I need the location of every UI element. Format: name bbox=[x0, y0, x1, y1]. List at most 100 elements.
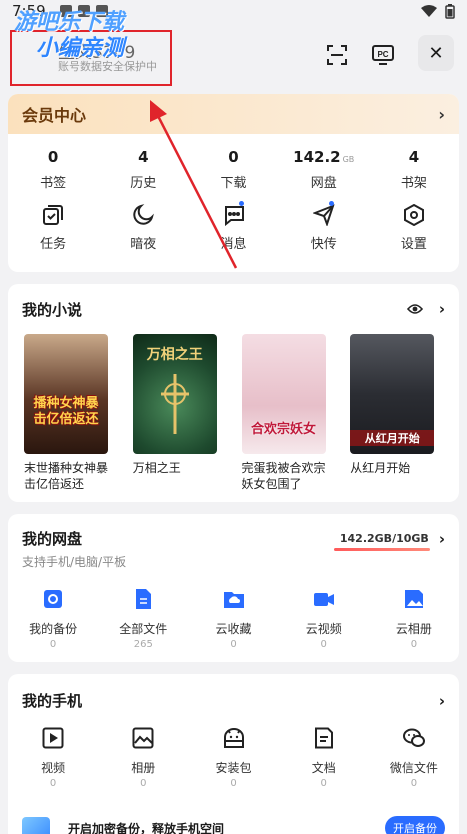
tool-settings[interactable]: 设置 bbox=[369, 203, 459, 252]
pc-label: PC bbox=[377, 50, 388, 59]
novels-title: 我的小说 bbox=[22, 300, 83, 319]
wifi-icon bbox=[421, 5, 437, 17]
phone-entry-album[interactable]: 相册 0 bbox=[98, 727, 188, 789]
book-item[interactable]: 播种女神暴击亿倍返还 末世播种女神暴击亿倍返还 bbox=[16, 334, 125, 492]
cover-title: 万相之王 bbox=[146, 347, 203, 363]
watermark-logo: 游吧乐下载 小编亲测 bbox=[14, 10, 124, 62]
stat-label: 下载 bbox=[220, 176, 247, 191]
tool-label: 暗夜 bbox=[130, 237, 157, 252]
entry-count: 0 bbox=[140, 778, 147, 789]
encrypt-backup-banner: 开启加密备份，释放手机空间 开启备份 bbox=[22, 816, 445, 834]
my-cloud-disk-card: 我的网盘 142.2GB/10GB › 支持手机/电脑/平板 我的备份 0 全部… bbox=[8, 514, 459, 662]
profile-header: 生义3389 账号数据安全保护中 游吧乐下载 小编亲测 PC ✕ bbox=[0, 10, 467, 92]
stat-value: 4 bbox=[138, 148, 149, 166]
cloud-folder-icon bbox=[223, 592, 244, 608]
cover-title: 合欢宗妖女 bbox=[250, 422, 316, 437]
disk-entry-all-files[interactable]: 全部文件 265 bbox=[98, 588, 188, 650]
sword-emblem-icon bbox=[160, 374, 189, 434]
send-icon bbox=[312, 204, 335, 226]
close-icon: ✕ bbox=[428, 42, 444, 64]
video-icon bbox=[313, 593, 334, 606]
member-center-title: 会员中心 bbox=[22, 106, 87, 125]
system-icons bbox=[421, 3, 455, 19]
phone-header[interactable]: 我的手机 › bbox=[8, 674, 459, 711]
close-button[interactable]: ✕ bbox=[418, 35, 454, 71]
disk-entry-backup[interactable]: 我的备份 0 bbox=[8, 588, 98, 650]
book-item[interactable]: 万相之王 万相之王 bbox=[125, 334, 234, 492]
scan-button[interactable] bbox=[322, 40, 352, 70]
cover-title: 播种女神暴击亿倍返还 bbox=[33, 396, 99, 427]
book-title: 完蛋我被合欢宗妖女包围了 bbox=[241, 461, 326, 491]
tool-label: 快传 bbox=[310, 237, 337, 252]
book-list: 播种女神暴击亿倍返还 末世播种女神暴击亿倍返还 万相之王 万相之王 合欢宗妖女 … bbox=[8, 334, 459, 492]
book-item[interactable]: 从红月开始 从红月开始 bbox=[342, 334, 451, 492]
tool-quick-transfer[interactable]: 快传 bbox=[279, 201, 369, 252]
disk-header[interactable]: 我的网盘 142.2GB/10GB › bbox=[8, 514, 459, 549]
scan-icon bbox=[327, 45, 347, 65]
stat-downloads[interactable]: 0 下载 bbox=[188, 148, 278, 191]
phone-title: 我的手机 bbox=[22, 692, 83, 710]
member-center-card: 会员中心 › 0 书签 4 历史 0 下载 142.2 GB 网盘 4 书架 任务 bbox=[8, 94, 459, 272]
disk-usage-text: 142.2GB/10GB bbox=[339, 532, 429, 545]
settings-icon bbox=[403, 204, 424, 226]
stat-label: 书签 bbox=[40, 176, 67, 191]
tool-task[interactable]: 任务 bbox=[8, 203, 98, 252]
cover-title: 从红月开始 bbox=[350, 430, 435, 446]
stat-cloud-disk[interactable]: 142.2 GB 网盘 bbox=[279, 148, 369, 191]
encrypt-backup-text: 开启加密备份，释放手机空间 bbox=[68, 821, 225, 834]
android-icon bbox=[223, 728, 244, 748]
novels-header: 我的小说 › bbox=[8, 284, 459, 334]
disk-entry-cloud-video[interactable]: 云视频 0 bbox=[279, 588, 369, 650]
backup-icon bbox=[44, 590, 63, 608]
enable-backup-button[interactable]: 开启备份 bbox=[385, 816, 445, 834]
book-title: 万相之王 bbox=[132, 461, 181, 475]
tools-row: 任务 暗夜 消息 快传 设置 bbox=[8, 201, 459, 252]
chevron-right-icon[interactable]: › bbox=[439, 300, 445, 318]
stat-label: 历史 bbox=[130, 176, 157, 191]
disk-entry-cloud-favorites[interactable]: 云收藏 0 bbox=[188, 588, 278, 650]
phone-entry-video[interactable]: 视频 0 bbox=[8, 727, 98, 789]
message-icon bbox=[224, 206, 244, 226]
unread-dot bbox=[238, 201, 244, 206]
entry-label: 云视频 bbox=[305, 622, 342, 636]
book-title: 末世播种女神暴击亿倍返还 bbox=[24, 461, 109, 491]
my-novels-card: 我的小说 › 播种女神暴击亿倍返还 末世播种女神暴击亿倍返还 万相之王 万相之王… bbox=[8, 284, 459, 502]
album-icon bbox=[404, 590, 423, 608]
stat-history[interactable]: 4 历史 bbox=[98, 148, 188, 191]
entry-count: 0 bbox=[410, 778, 418, 789]
image-icon bbox=[132, 727, 154, 749]
phone-entry-wechat-files[interactable]: 微信文件 0 bbox=[369, 727, 459, 789]
member-center-entry[interactable]: 会员中心 › bbox=[8, 94, 459, 134]
eye-icon[interactable] bbox=[406, 303, 423, 315]
book-item[interactable]: 合欢宗妖女 完蛋我被合欢宗妖女包围了 bbox=[234, 334, 343, 492]
tool-label: 设置 bbox=[400, 237, 427, 252]
entry-count: 0 bbox=[410, 639, 418, 650]
entry-count: 0 bbox=[49, 778, 57, 789]
entry-count: 265 bbox=[133, 639, 153, 650]
phone-entry-documents[interactable]: 文档 0 bbox=[279, 727, 369, 789]
entry-count: 0 bbox=[320, 639, 327, 650]
disk-entry-cloud-album[interactable]: 云相册 0 bbox=[369, 588, 459, 650]
disk-entries: 我的备份 0 全部文件 265 云收藏 0 云视频 0 云相册 0 bbox=[8, 588, 459, 650]
phone-entry-apk[interactable]: 安装包 0 bbox=[188, 727, 278, 789]
entry-label: 全部文件 bbox=[119, 622, 168, 636]
stat-label: 网盘 bbox=[310, 176, 337, 191]
book-title: 从红月开始 bbox=[350, 461, 411, 475]
entry-label: 云收藏 bbox=[215, 622, 252, 636]
my-phone-card: 我的手机 › 视频 0 相册 0 安装包 0 文档 0 微信文件 0 开启加密备… bbox=[8, 674, 459, 834]
chevron-right-icon: › bbox=[438, 104, 445, 124]
tool-messages[interactable]: 消息 bbox=[188, 201, 278, 252]
stat-value: 0 bbox=[47, 148, 59, 166]
tool-night-mode[interactable]: 暗夜 bbox=[98, 203, 188, 252]
book-cover: 从红月开始 bbox=[350, 334, 435, 454]
entry-label: 视频 bbox=[41, 761, 66, 775]
entry-label: 云相册 bbox=[395, 622, 432, 636]
disk-subtitle: 支持手机/电脑/平板 bbox=[22, 555, 127, 569]
pc-connect-button[interactable]: PC bbox=[368, 40, 398, 70]
task-icon bbox=[43, 205, 64, 225]
stat-bookmarks[interactable]: 0 书签 bbox=[8, 148, 98, 191]
watermark-line: 游吧乐下载 bbox=[14, 10, 125, 35]
stat-bookshelf[interactable]: 4 书架 bbox=[369, 148, 459, 191]
entry-count: 0 bbox=[320, 778, 327, 789]
entry-label: 相册 bbox=[131, 761, 156, 775]
